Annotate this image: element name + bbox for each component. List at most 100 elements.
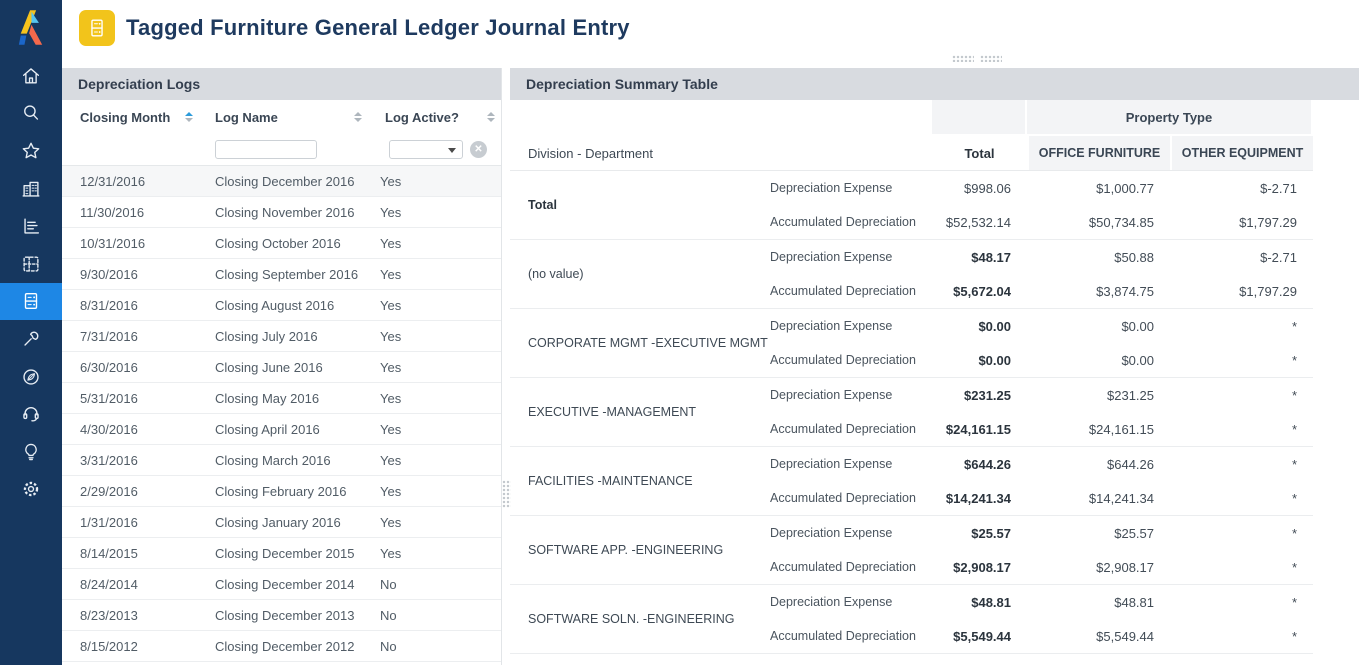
other-equipment-value: * [1170, 422, 1313, 437]
summary-group-row: SOFTWARE APP. -ENGINEERING Depreciation … [510, 516, 1313, 585]
log-table-row[interactable]: 5/31/2016 Closing May 2016 Yes [62, 383, 501, 414]
sidebar-item-settings[interactable] [0, 471, 62, 509]
settings-icon [20, 478, 42, 500]
log-name-cell: Closing March 2016 [215, 453, 380, 468]
summary-metric-row: Accumulated Depreciation $24,161.15 $24,… [770, 412, 1313, 446]
total-value: $24,161.15 [932, 422, 1027, 437]
sidebar-item-ideas[interactable] [0, 433, 62, 471]
depreciation-summary-title: Depreciation Summary Table [510, 68, 1359, 100]
column-header-closing-month[interactable]: Closing Month [80, 110, 215, 125]
closing-month-cell: 9/30/2016 [80, 267, 215, 282]
office-furniture-value: $2,908.17 [1027, 560, 1170, 575]
log-active-cell: Yes [380, 546, 501, 561]
sidebar-item-modules[interactable] [0, 245, 62, 283]
log-table-row[interactable]: 8/31/2016 Closing August 2016 Yes [62, 290, 501, 321]
panel-splitter-handle[interactable] [502, 480, 511, 508]
metric-label: Depreciation Expense [770, 526, 932, 540]
log-name-cell: Closing December 2014 [215, 577, 380, 592]
total-value: $0.00 [932, 319, 1027, 334]
sidebar-item-favorites[interactable] [0, 132, 62, 170]
division-department-label: EXECUTIVE -MANAGEMENT [510, 378, 770, 446]
closing-month-cell: 8/24/2014 [80, 577, 215, 592]
summary-group-row: CORPORATE MGMT -EXECUTIVE MGMT Depreciat… [510, 309, 1313, 378]
log-table-row[interactable]: 9/30/2016 Closing September 2016 Yes [62, 259, 501, 290]
office-furniture-value: $0.00 [1027, 353, 1170, 368]
support-icon [20, 403, 42, 425]
log-table-row[interactable]: 8/23/2013 Closing December 2013 No [62, 600, 501, 631]
office-furniture-value: $24,161.15 [1027, 422, 1170, 437]
log-active-cell: Yes [380, 329, 501, 344]
journal-icon [20, 290, 42, 312]
depreciation-logs-panel: Depreciation Logs Closing Month Log Name… [62, 68, 502, 665]
sidebar-item-journal[interactable] [0, 283, 62, 321]
other-equipment-value: $-2.71 [1170, 250, 1313, 265]
sidebar-item-tools[interactable] [0, 320, 62, 358]
column-header-log-name[interactable]: Log Name [215, 110, 380, 125]
log-name-cell: Closing December 2016 [215, 174, 380, 189]
log-active-cell: Yes [380, 360, 501, 375]
log-table-row[interactable]: 3/31/2016 Closing March 2016 Yes [62, 445, 501, 476]
metric-label: Depreciation Expense [770, 595, 932, 609]
metric-label: Accumulated Depreciation [770, 422, 932, 436]
total-value: $48.81 [932, 595, 1027, 610]
office-furniture-value: $5,549.44 [1027, 629, 1170, 644]
app-logo[interactable] [0, 0, 62, 56]
log-table-row[interactable]: 8/15/2012 Closing December 2012 No [62, 631, 501, 662]
metric-label: Depreciation Expense [770, 319, 932, 333]
sidebar-item-organization[interactable] [0, 170, 62, 208]
office-furniture-value: $25.57 [1027, 526, 1170, 541]
buildings-icon [20, 178, 42, 200]
sidebar-item-reports[interactable] [0, 207, 62, 245]
log-table-row[interactable]: 8/14/2015 Closing December 2015 Yes [62, 538, 501, 569]
page-icon [79, 10, 115, 46]
log-name-cell: Closing January 2016 [215, 515, 380, 530]
office-furniture-value: $0.00 [1027, 319, 1170, 334]
log-active-filter-select[interactable] [389, 140, 463, 159]
closing-month-cell: 8/23/2013 [80, 608, 215, 623]
sidebar [0, 0, 62, 665]
sort-arrows-icon [487, 112, 495, 123]
metric-label: Accumulated Depreciation [770, 491, 932, 505]
closing-month-cell: 6/30/2016 [80, 360, 215, 375]
log-active-cell: Yes [380, 484, 501, 499]
column-header-log-active[interactable]: Log Active? [380, 110, 501, 125]
sidebar-item-sustainability[interactable] [0, 358, 62, 396]
log-table-row[interactable]: 11/30/2016 Closing November 2016 Yes [62, 197, 501, 228]
panel-resize-handle[interactable] [952, 55, 1002, 62]
log-table-row[interactable]: 7/31/2016 Closing July 2016 Yes [62, 321, 501, 352]
log-table-row[interactable]: 10/31/2016 Closing October 2016 Yes [62, 228, 501, 259]
log-table-row[interactable]: 1/31/2016 Closing January 2016 Yes [62, 507, 501, 538]
sidebar-item-search[interactable] [0, 95, 62, 133]
log-table-row[interactable]: 12/31/2016 Closing December 2016 Yes [62, 166, 501, 197]
metric-label: Accumulated Depreciation [770, 629, 932, 643]
clear-filter-button[interactable]: ✕ [470, 141, 487, 158]
log-table-row[interactable]: 2/29/2016 Closing February 2016 Yes [62, 476, 501, 507]
office-furniture-value: $14,241.34 [1027, 491, 1170, 506]
division-department-label: CORPORATE MGMT -EXECUTIVE MGMT [510, 309, 770, 377]
log-name-filter-input[interactable] [215, 140, 317, 159]
total-value: $5,672.04 [932, 284, 1027, 299]
log-table-row[interactable]: 6/30/2016 Closing June 2016 Yes [62, 352, 501, 383]
metric-label: Depreciation Expense [770, 457, 932, 471]
summary-metric-row: Depreciation Expense $998.06 $1,000.77 $… [770, 171, 1313, 205]
log-name-cell: Closing July 2016 [215, 329, 380, 344]
closing-month-cell: 8/31/2016 [80, 298, 215, 313]
leaf-icon [20, 366, 42, 388]
app-window: Tagged Furniture General Ledger Journal … [0, 0, 1359, 665]
summary-table-header: Property Type Division - Department Tota… [510, 100, 1313, 171]
sidebar-item-support[interactable] [0, 395, 62, 433]
other-equipment-value: $-2.71 [1170, 181, 1313, 196]
summary-group-row: FACILITIES -MAINTENANCE Depreciation Exp… [510, 447, 1313, 516]
total-value: $14,241.34 [932, 491, 1027, 506]
metric-label: Depreciation Expense [770, 388, 932, 402]
other-equipment-value: * [1170, 560, 1313, 575]
log-table-row[interactable]: 4/30/2016 Closing April 2016 Yes [62, 414, 501, 445]
drag-dots-icon [980, 55, 1002, 62]
log-active-cell: No [380, 577, 501, 592]
sidebar-item-home[interactable] [0, 57, 62, 95]
summary-metric-row: Depreciation Expense $231.25 $231.25 * [770, 378, 1313, 412]
summary-table-body: Total Depreciation Expense $998.06 $1,00… [510, 171, 1313, 654]
closing-month-cell: 4/30/2016 [80, 422, 215, 437]
log-table-row[interactable]: 8/24/2014 Closing December 2014 No [62, 569, 501, 600]
log-name-cell: Closing June 2016 [215, 360, 380, 375]
